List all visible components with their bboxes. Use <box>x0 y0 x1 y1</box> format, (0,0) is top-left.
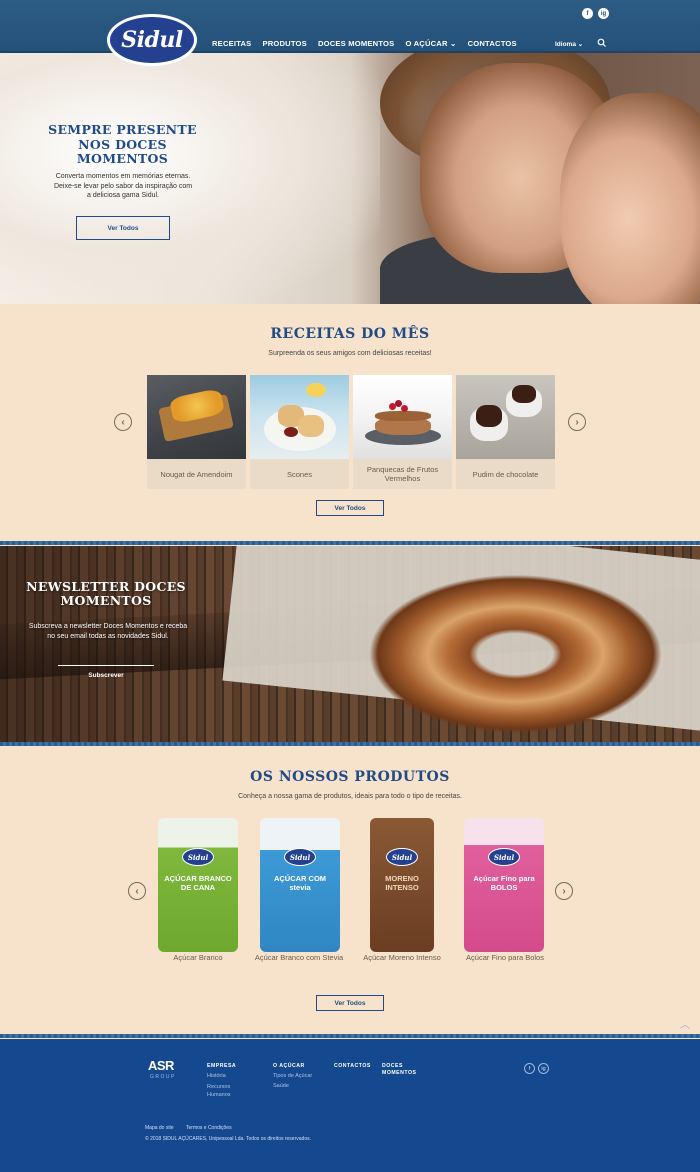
logo-text: Sidul <box>110 17 194 63</box>
divider-band <box>0 742 700 746</box>
pack-brand: Sidul <box>488 848 520 866</box>
recipes-ver-todos-button[interactable]: Ver Todos <box>316 500 384 516</box>
products-ver-todos-button[interactable]: Ver Todos <box>316 995 384 1011</box>
recipe-label: Pudim de chocolate <box>472 469 539 479</box>
newsletter-text: Subscreva a newsletter Doces Momentos e … <box>28 623 188 640</box>
recipes-prev-arrow-icon[interactable]: ‹ <box>114 413 132 431</box>
recipe-label: Scones <box>286 469 313 479</box>
footer-link-recursos-humanos[interactable]: Recursos Humanos <box>207 1083 247 1099</box>
footer-sitemap-link[interactable]: Mapa do site <box>145 1125 174 1131</box>
product-label[interactable]: Açúcar Moreno Intenso <box>357 953 447 963</box>
recipe-image <box>456 375 555 459</box>
footer-contactos-title[interactable]: CONTACTOS <box>334 1063 371 1070</box>
asr-group-logo[interactable]: ASR <box>148 1058 174 1073</box>
recipe-image <box>250 375 349 459</box>
pack-brand: Sidul <box>284 848 316 866</box>
product-label[interactable]: Açúcar Fino para Bolos <box>460 953 550 963</box>
footer-facebook-icon[interactable]: f <box>524 1063 535 1074</box>
asr-group-sub: GROUP <box>150 1074 176 1080</box>
products-prev-arrow-icon[interactable]: ‹ <box>128 882 146 900</box>
recipe-image <box>147 375 246 459</box>
facebook-icon[interactable]: f <box>582 8 593 19</box>
divider-band <box>0 1034 700 1038</box>
search-icon[interactable] <box>597 38 607 48</box>
footer-copyright: © 2018 SIDUL AÇÚCARES, Unipessoal Lda. T… <box>145 1136 311 1142</box>
site-footer <box>0 1039 700 1172</box>
products-title: OS NOSSOS PRODUTOS <box>250 769 450 785</box>
footer-empresa-title[interactable]: EMPRESA <box>207 1063 236 1070</box>
recipe-card[interactable]: Nougat de Amendoim <box>147 375 246 489</box>
pack-text: MORENO INTENSO <box>385 874 419 892</box>
hero-ver-todos-button[interactable]: Ver Todos <box>76 216 170 240</box>
nav-o-acucar-label: O AÇÚCAR <box>405 39 448 48</box>
language-label: Idioma <box>555 41 576 48</box>
site-header: f ig RECEITAS PRODUTOS DOCES MOMENTOS O … <box>0 0 700 53</box>
recipe-card[interactable]: Pudim de chocolate <box>456 375 555 489</box>
products-subtitle: Conheça a nossa gama de produtos, ideais… <box>238 793 462 800</box>
nav-contactos[interactable]: CONTACTOS <box>468 39 517 48</box>
products-next-arrow-icon[interactable]: › <box>555 882 573 900</box>
recipes-next-arrow-icon[interactable]: › <box>568 413 586 431</box>
banner-cake-image <box>368 574 663 734</box>
hero-text: Converta momentos em memórias eternas. D… <box>53 173 193 200</box>
instagram-icon[interactable]: ig <box>598 8 609 19</box>
product-label[interactable]: Açúcar Branco com Stevia <box>254 953 344 963</box>
hero-photo-girl <box>560 93 700 304</box>
recipe-card[interactable]: Panquecas de Frutos Vermelhos <box>353 375 452 489</box>
footer-doces-momentos-title[interactable]: DOCES MOMENTOS <box>382 1063 422 1076</box>
main-nav: RECEITAS PRODUTOS DOCES MOMENTOS O AÇÚCA… <box>212 39 517 48</box>
newsletter-title: NEWSLETTER DOCES MOMENTOS <box>26 579 186 608</box>
recipe-label: Nougat de Amendoim <box>160 469 233 479</box>
subscribe-button[interactable]: Subscrever <box>58 665 154 685</box>
product-pack[interactable]: Sidul MORENO INTENSO <box>370 818 434 952</box>
divider-band <box>0 541 700 545</box>
nav-produtos[interactable]: PRODUTOS <box>262 39 307 48</box>
recipes-subtitle: Surpreenda os seus amigos com deliciosas… <box>268 350 432 357</box>
nav-doces-momentos[interactable]: DOCES MOMENTOS <box>318 39 395 48</box>
product-label[interactable]: Açúcar Branco <box>153 953 243 963</box>
newsletter-banner <box>0 546 700 743</box>
footer-instagram-icon[interactable]: ig <box>538 1063 549 1074</box>
chevron-down-icon: ⌄ <box>577 41 584 48</box>
pack-text: AÇÚCAR COM stevia <box>273 874 327 892</box>
scroll-to-top-icon[interactable]: ︿ <box>680 1016 694 1031</box>
pack-brand: Sidul <box>386 848 418 866</box>
language-selector[interactable]: Idioma ⌄ <box>555 40 583 48</box>
product-pack[interactable]: Sidul AÇÚCAR COM stevia <box>260 818 340 952</box>
footer-terms-link[interactable]: Termos e Condições <box>186 1125 232 1131</box>
hero-title: SEMPRE PRESENTE NOS DOCES MOMENTOS <box>48 122 197 166</box>
footer-o-acucar-title[interactable]: O AÇÚCAR <box>273 1063 305 1070</box>
recipe-label: Panquecas de Frutos Vermelhos <box>366 465 439 483</box>
product-pack[interactable]: Sidul Açúcar Fino para BOLOS <box>464 818 544 952</box>
pack-brand: Sidul <box>182 848 214 866</box>
nav-receitas[interactable]: RECEITAS <box>212 39 251 48</box>
chevron-down-icon: ⌄ <box>450 39 457 48</box>
pack-text: Açúcar Fino para BOLOS <box>473 874 535 892</box>
sidul-logo[interactable]: Sidul <box>107 14 197 66</box>
recipes-title: RECEITAS DO MÊS <box>270 326 430 342</box>
nav-o-acucar[interactable]: O AÇÚCAR ⌄ <box>405 39 456 48</box>
recipe-card[interactable]: Scones <box>250 375 349 489</box>
banner-overlay <box>0 546 230 743</box>
footer-link-saude[interactable]: Saúde <box>273 1082 289 1092</box>
footer-link-tipos-acucar[interactable]: Tipos de Açúcar <box>273 1072 312 1082</box>
recipe-image <box>353 375 452 459</box>
product-pack[interactable]: Sidul AÇÚCAR BRANCO DE CANA <box>158 818 238 952</box>
footer-link-historia[interactable]: História <box>207 1072 247 1082</box>
pack-text: AÇÚCAR BRANCO DE CANA <box>164 874 232 892</box>
